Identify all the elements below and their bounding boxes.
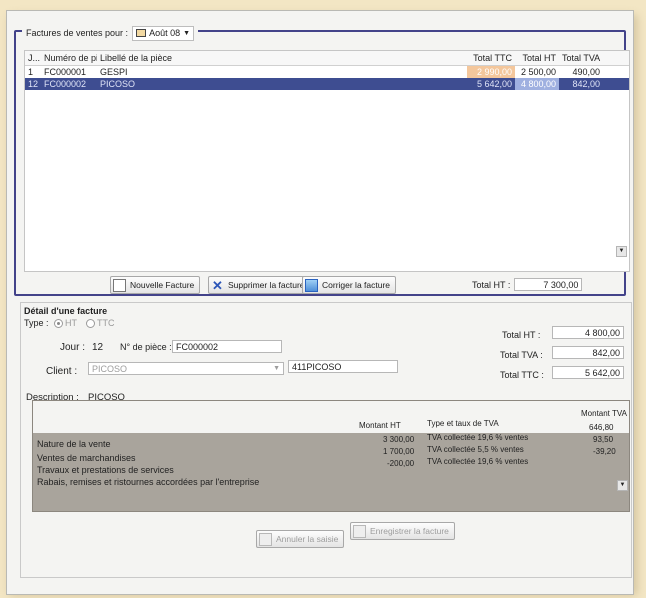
sale-lines-header: Montant HT Type et taux de TVA Montant T…: [33, 401, 629, 433]
cancel-icon: [259, 532, 272, 546]
row-label: PICOSO: [100, 79, 136, 89]
detail-total-ttc-value: 5 642,00: [552, 366, 624, 379]
month-select[interactable]: Août 08 ▼: [132, 25, 195, 41]
radio-ttc-icon: [86, 319, 95, 329]
cancel-entry-label: Annuler la saisie: [276, 534, 339, 544]
line-amount[interactable]: -200,00: [387, 459, 414, 468]
day-label: Jour :: [60, 342, 86, 353]
save-invoice-button[interactable]: Enregistrer la facture: [350, 522, 455, 540]
col-amount-tva: Montant TVA: [581, 409, 627, 418]
detail-total-tva-label: Total TVA :: [500, 350, 543, 360]
sale-lines-table[interactable]: Montant HT Type et taux de TVA Montant T…: [32, 400, 630, 512]
chevron-down-icon: ▼: [273, 365, 280, 372]
col-ht[interactable]: Total HT: [515, 51, 559, 65]
delete-x-icon: ✕: [212, 277, 223, 293]
table-row[interactable]: 1 FC000001 GESPI 2 990,00 2 500,00 490,0…: [25, 66, 629, 78]
line-nature[interactable]: Rabais, remises et ristournes accordées …: [37, 477, 259, 487]
client-value: PICOSO: [92, 363, 128, 374]
client-select[interactable]: PICOSO ▼: [88, 362, 284, 375]
client-account-field: 411PICOSO: [288, 360, 398, 373]
col-tva[interactable]: Total TVA: [559, 51, 603, 65]
new-invoice-label: Nouvelle Facture: [130, 280, 195, 290]
list-header: J... Numéro de piè... Libellé de la pièc…: [25, 51, 629, 66]
col-number[interactable]: Numéro de piè...: [41, 51, 97, 65]
radio-ht-icon: [54, 319, 63, 329]
line-vat-type[interactable]: TVA collectée 19,6 % ventes: [427, 433, 528, 442]
detail-total-ttc-label: Total TTC :: [500, 370, 544, 380]
row-day: 1: [28, 67, 34, 77]
cancel-entry-button[interactable]: Annuler la saisie: [256, 530, 345, 548]
row-ht: 4 800,00: [515, 78, 559, 90]
chevron-down-icon: ▼: [183, 29, 191, 37]
detail-total-tva-value: 842,00: [552, 346, 624, 359]
line-tva[interactable]: 93,50: [593, 435, 613, 444]
line-tva[interactable]: -39,20: [593, 447, 616, 456]
save-icon: [353, 524, 366, 538]
type-ttc-label: TTC: [97, 318, 115, 328]
row-label: GESPI: [100, 67, 128, 77]
table-row-selected[interactable]: 12 FC000002 PICOSO 5 642,00 4 800,00 842…: [25, 78, 629, 90]
delete-invoice-button[interactable]: ✕ Supprimer la facture: [208, 276, 311, 294]
list-total-ht-label: Total HT :: [472, 279, 511, 290]
row-tva: 842,00: [572, 79, 600, 89]
row-tva: 490,00: [572, 67, 600, 77]
col-vat-type: Type et taux de TVA: [427, 419, 499, 428]
line-nature[interactable]: Ventes de marchandises: [37, 453, 136, 463]
row-number: FC000001: [44, 67, 87, 77]
nature-label: Nature de la vente: [37, 439, 111, 449]
col-label[interactable]: Libellé de la pièce: [97, 51, 467, 65]
line-tva[interactable]: 646,80: [589, 423, 613, 432]
row-ttc: 2 990,00: [467, 66, 515, 78]
line-nature[interactable]: Travaux et prestations de services: [37, 465, 174, 475]
scroll-down-icon[interactable]: ▼: [617, 480, 628, 491]
list-total-ht-value: 7 300,00: [514, 278, 583, 291]
detail-total-ht-label: Total HT :: [502, 330, 541, 340]
type-ht-label: HT: [65, 318, 77, 328]
piece-number-field[interactable]: FC000002: [172, 340, 282, 353]
invoice-list[interactable]: J... Numéro de piè... Libellé de la pièc…: [24, 50, 630, 272]
month-value: Août 08: [149, 28, 181, 38]
col-day[interactable]: J...: [25, 51, 41, 65]
save-invoice-label: Enregistrer la facture: [370, 526, 449, 536]
line-amount[interactable]: 3 300,00: [383, 435, 414, 444]
col-amount-ht: Montant HT: [359, 421, 401, 430]
scroll-down-icon[interactable]: ▼: [616, 246, 627, 257]
day-value: 12: [92, 342, 104, 353]
list-total-ht: Total HT : 7 300,00: [472, 278, 583, 291]
detail-total-ht-value: 4 800,00: [552, 326, 624, 339]
document-icon: [113, 278, 126, 292]
line-vat-type[interactable]: TVA collectée 19,6 % ventes: [427, 457, 528, 466]
correct-invoice-label: Corriger la facture: [322, 280, 391, 290]
edit-invoice-icon: [305, 278, 318, 292]
row-ttc: 5 642,00: [476, 79, 512, 89]
sales-label: Factures de ventes pour :: [26, 28, 129, 38]
type-ttc-radio[interactable]: TTC: [86, 318, 115, 329]
row-number: FC000002: [44, 79, 87, 89]
correct-invoice-button[interactable]: Corriger la facture: [302, 276, 397, 294]
row-day: 12: [28, 79, 39, 89]
type-ht-radio[interactable]: HT: [54, 318, 77, 329]
row-ht: 2 500,00: [520, 67, 556, 77]
delete-invoice-label: Supprimer la facture: [228, 280, 305, 290]
col-ttc[interactable]: Total TTC: [467, 51, 515, 65]
piece-label: N° de pièce :: [120, 342, 172, 352]
line-amount[interactable]: 1 700,00: [383, 447, 414, 456]
detail-title: Détail d'une facture: [24, 306, 108, 316]
sales-invoices-header: Factures de ventes pour : Août 08 ▼: [22, 25, 199, 41]
line-vat-type[interactable]: TVA collectée 5,5 % ventes: [427, 445, 524, 454]
new-invoice-button[interactable]: Nouvelle Facture: [110, 276, 201, 294]
calendar-icon: [136, 29, 147, 37]
type-label: Type :: [24, 318, 49, 328]
client-label: Client :: [46, 366, 78, 377]
